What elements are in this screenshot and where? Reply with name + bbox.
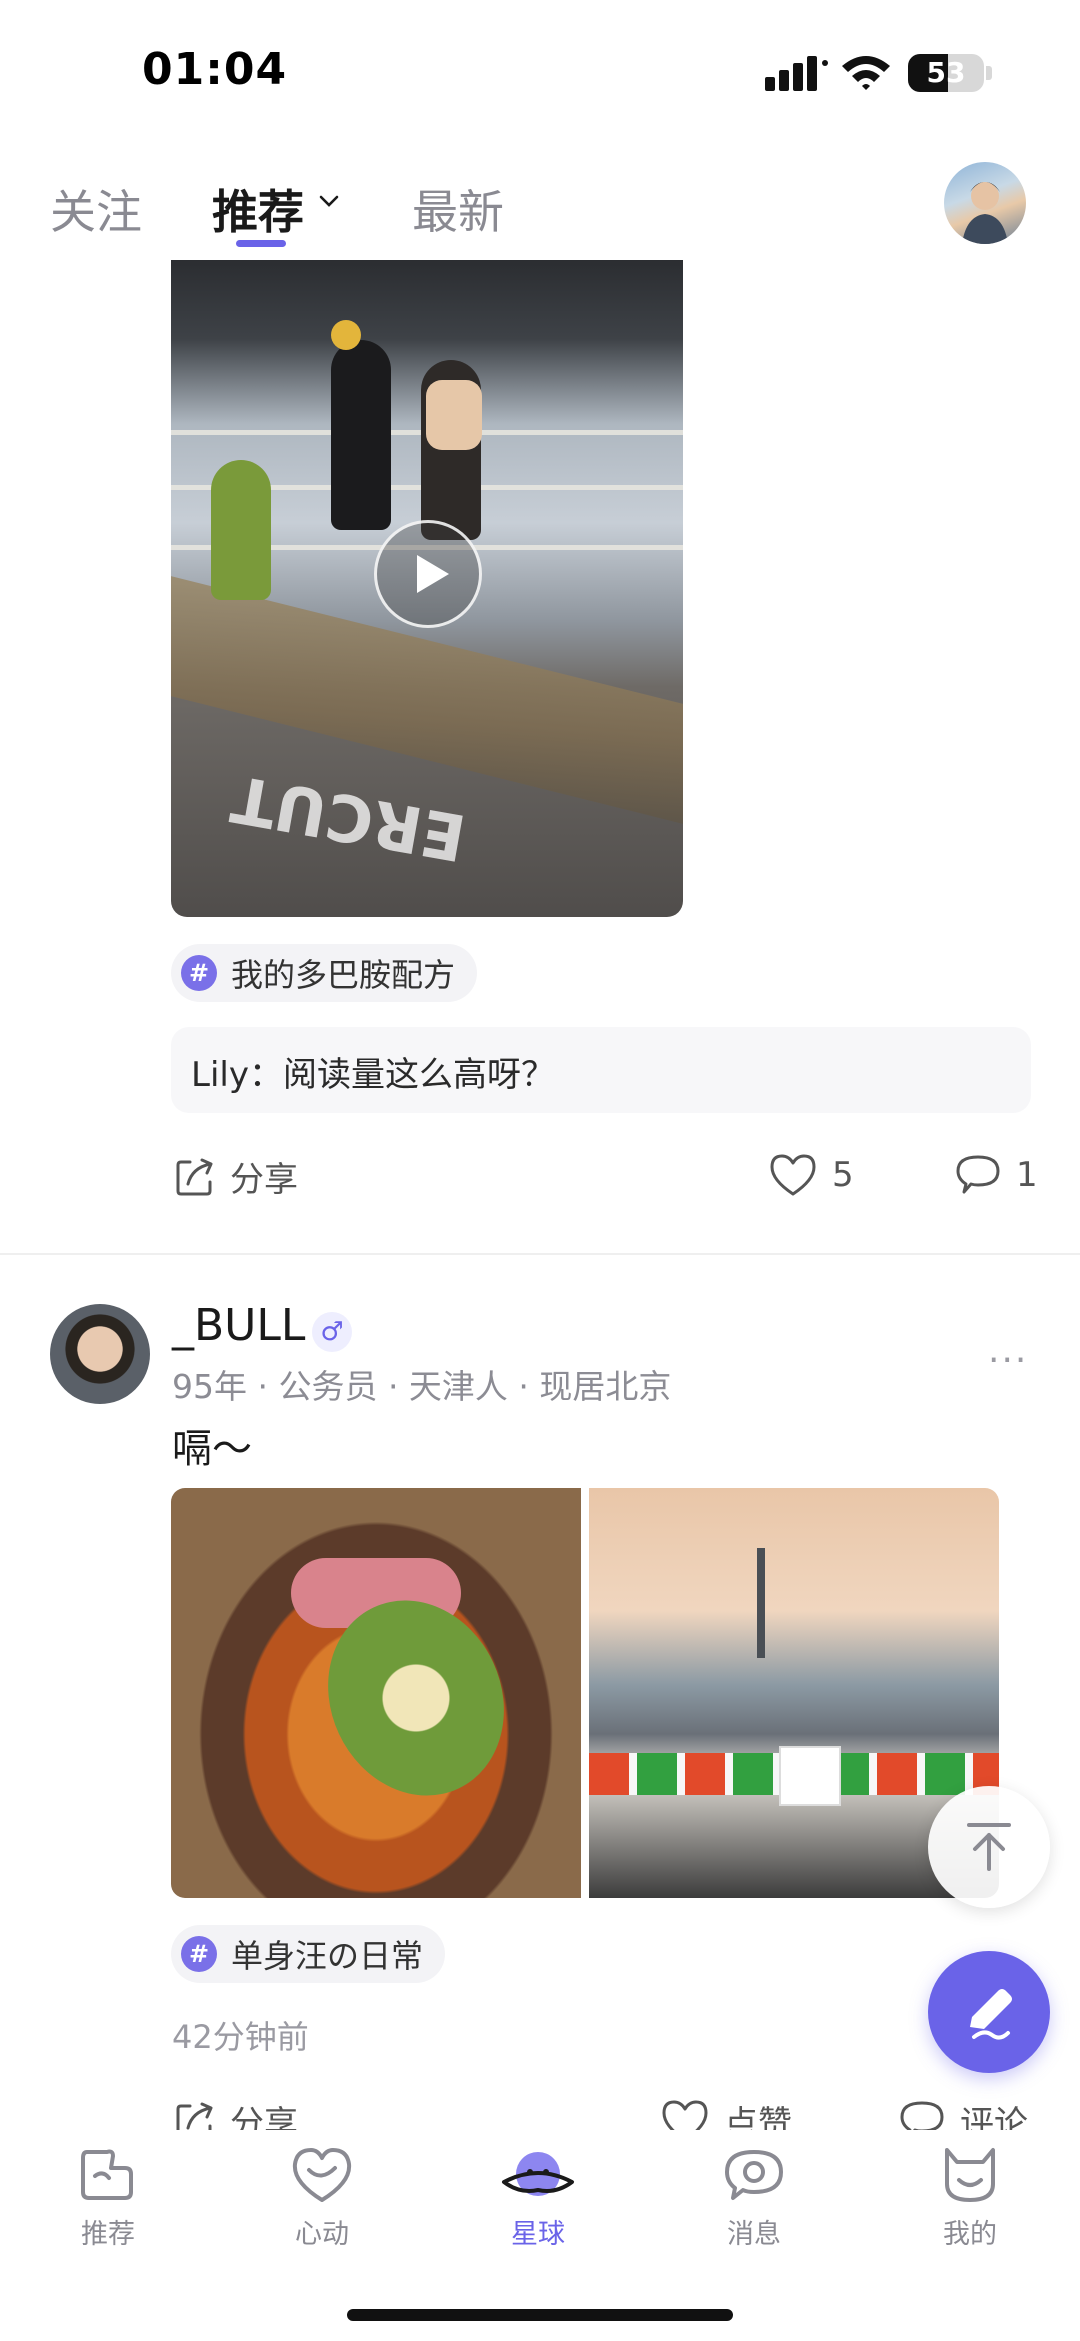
cellular-signal-icon	[765, 56, 828, 91]
author-meta: 95年 · 公务员 · 天津人 · 现居北京	[172, 1367, 672, 1406]
topic-hashtag[interactable]: # 我的多巴胺配方	[171, 944, 478, 1002]
heart-icon	[770, 1154, 816, 1196]
post-divider	[0, 1253, 1080, 1255]
recommend-icon	[81, 2149, 133, 2200]
tab-follow[interactable]: 关注	[50, 176, 142, 242]
home-indicator[interactable]	[347, 2309, 733, 2321]
post-text: 嗝～	[172, 1426, 252, 1472]
hashtag-label: 我的多巴胺配方	[231, 956, 456, 994]
battery-cap	[986, 66, 992, 80]
hashtag-label: 单身汪の日常	[231, 1937, 424, 1975]
author-name[interactable]: _BULL	[172, 1300, 305, 1351]
active-tab-indicator	[236, 240, 286, 247]
play-icon	[417, 555, 449, 593]
chevron-down-icon[interactable]	[316, 188, 342, 214]
hashtag-icon: #	[181, 955, 217, 991]
nav-item-profile[interactable]: 我的	[910, 2144, 1030, 2251]
message-icon	[725, 2150, 783, 2200]
like-button[interactable]: 5	[768, 1152, 854, 1198]
like-count: 5	[832, 1155, 854, 1195]
comment-preview[interactable]: Lily：阅读量这么高呀？	[171, 1027, 1031, 1113]
author-avatar[interactable]	[50, 1304, 150, 1404]
video-overlay-text: ERCUT	[226, 760, 472, 874]
heart-face-icon	[292, 2148, 352, 2202]
nav-label: 星球	[511, 2219, 565, 2250]
status-time: 01:04	[142, 44, 288, 95]
share-label: 分享	[230, 1160, 298, 1200]
share-button[interactable]: 分享	[174, 1152, 298, 1201]
user-avatar[interactable]	[944, 162, 1026, 244]
post-photo-hotpot[interactable]	[171, 1488, 581, 1898]
nav-item-messages[interactable]: 消息	[694, 2144, 814, 2251]
compose-post-button[interactable]	[928, 1951, 1050, 2073]
battery-percent: 53	[926, 56, 966, 89]
nav-item-recommend[interactable]: 推荐	[48, 2144, 168, 2251]
arrow-up-icon	[967, 1823, 1011, 1871]
scroll-to-top-button[interactable]	[928, 1786, 1050, 1908]
wifi-icon	[842, 56, 890, 90]
more-options-button[interactable]: ···	[988, 1340, 1028, 1381]
tab-recommend[interactable]: 推荐	[212, 176, 304, 242]
nav-label: 消息	[727, 2219, 781, 2250]
nav-item-planet[interactable]: 星球	[478, 2144, 598, 2251]
comment-button[interactable]: 1	[954, 1152, 1038, 1198]
nav-label: 我的	[943, 2219, 997, 2250]
comment-count: 1	[1016, 1155, 1038, 1195]
play-button[interactable]	[374, 520, 482, 628]
comment-bubble-icon	[956, 1155, 1000, 1194]
pencil-icon	[970, 1989, 1012, 2040]
cat-profile-icon	[945, 2148, 995, 2202]
nav-label: 心动	[295, 2219, 349, 2250]
post-timestamp: 42分钟前	[172, 2018, 309, 2056]
male-gender-icon: ♂	[312, 1312, 352, 1352]
nav-item-heartbeat[interactable]: 心动	[262, 2144, 382, 2251]
share-icon	[176, 1158, 213, 1195]
topic-hashtag[interactable]: # 单身汪の日常	[171, 1925, 446, 1983]
hashtag-icon: #	[181, 1936, 217, 1972]
battery-indicator: 53	[908, 54, 984, 92]
tab-latest[interactable]: 最新	[412, 176, 504, 242]
avatar-person-icon	[962, 182, 1008, 244]
planet-icon	[502, 2152, 574, 2196]
nav-label: 推荐	[81, 2219, 135, 2250]
